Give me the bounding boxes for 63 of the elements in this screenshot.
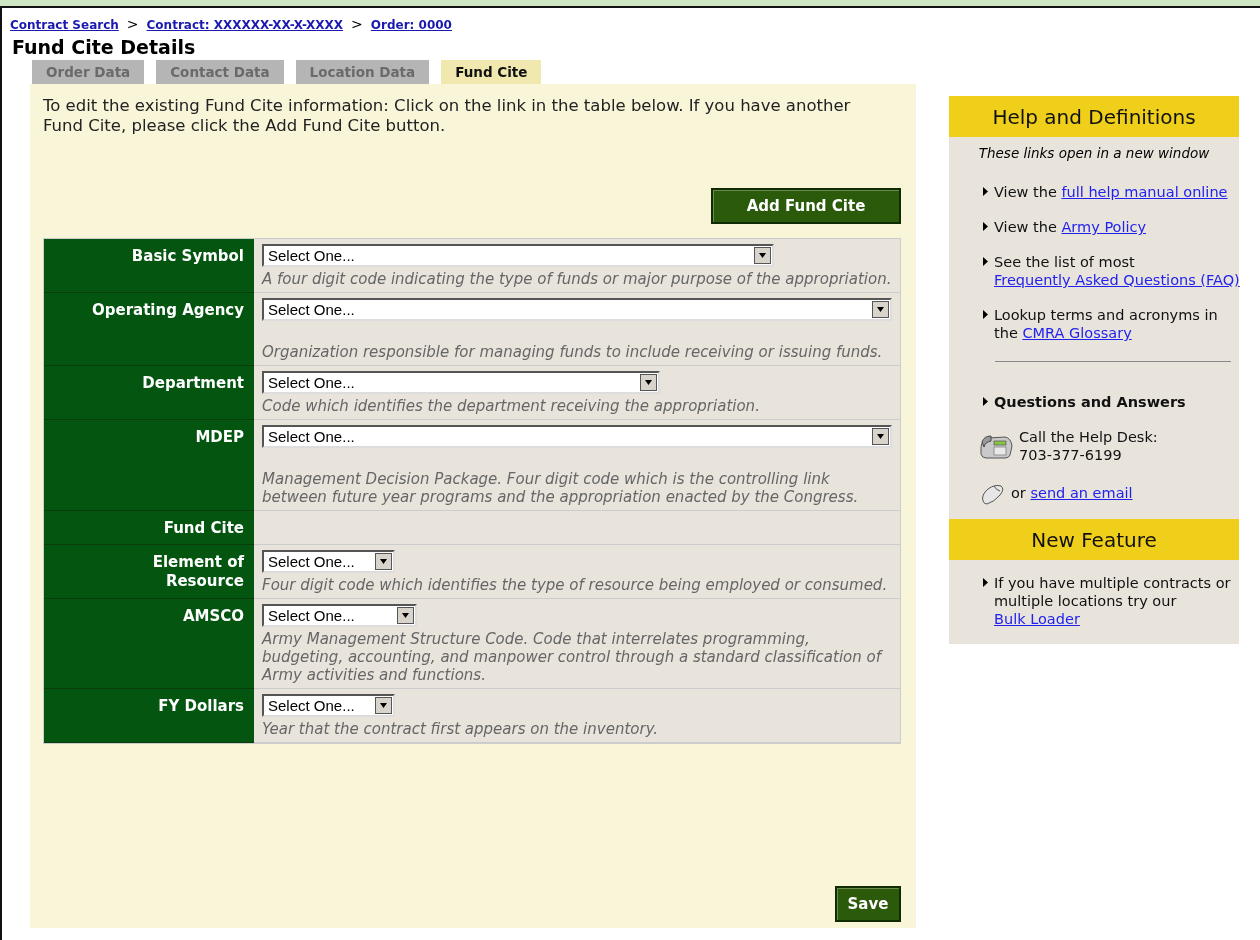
dropdown-arrow-icon [759,253,766,258]
telephone-icon [979,433,1013,459]
help-desk-text: Call the Help Desk: 703-377-6199 [1019,428,1159,464]
field-description: Year that the contract first appears on the inventory. [262,720,660,738]
dropdown-arrow-icon [380,703,387,708]
field-label: Department [44,366,254,420]
help-text: View the full help manual online [994,183,1228,201]
instructions-text: To edit the existing Fund Cite information: Click on the link in the table below. If you have another Fund Cite, please click the Add Fund Cite button. [43,96,852,136]
section-heading: Questions and Answers [994,393,1186,411]
page-title: Fund Cite Details [12,36,197,58]
field-label: FY Dollars [44,689,254,743]
breadcrumb-separator: > [126,16,139,32]
triangle-icon [983,222,988,231]
help-text: See the list of most Frequently Asked Questions (FAQ) [994,253,1240,289]
help-link[interactable]: Frequently Asked Questions (FAQ) [994,272,1240,288]
field-description: Management Decision Package. Four digit code which is the controlling link between future year programs and the appropriation enacted by the Congress. [262,470,860,506]
field-description: Four digit code which identifies the type of resource being employed or consumed. [262,576,889,594]
email-text: or send an email [1011,484,1134,502]
field-description: Army Management Structure Code. Code that interrelates programming, budgeting, accounting, and manpower control through a standard classification of Army activities and functions. [262,630,884,684]
field-label: AMSCO [44,599,254,689]
feature-text: If you have multiple contracts or multiple locations try our Bulk Loader [994,574,1231,628]
triangle-icon [983,257,988,266]
breadcrumb-separator: > [351,16,363,32]
triangle-icon [983,578,988,587]
field-description: Organization responsible for managing funds to include receiving or issuing funds. [262,343,884,361]
email-link[interactable]: send an email [1030,485,1133,501]
select-dropdown[interactable]: Select One... [262,371,660,394]
help-link[interactable]: CMRA Glossary [1022,325,1132,341]
dropdown-arrow-icon [402,613,409,618]
field-label: Element of Resource [44,545,254,599]
dropdown-arrow-icon [877,307,884,312]
help-link[interactable]: Army Policy [1061,219,1147,235]
panel-heading: Help and Definitions [949,96,1239,137]
triangle-icon [983,397,988,406]
select-dropdown[interactable]: Select One... [262,298,892,321]
field-label: Operating Agency [44,293,254,366]
note-text: These links open in a new window [977,144,1211,163]
panel-heading: New Feature [949,519,1239,560]
tab[interactable]: Fund Cite [441,60,542,84]
select-dropdown[interactable]: Select One... [262,694,395,717]
triangle-icon [983,310,988,319]
triangle-icon [983,187,988,196]
field-description: A four digit code indicating the type of funds or major purpose of the appropriation. [262,270,892,288]
help-text: View the Army Policy [994,218,1147,236]
help-link[interactable]: full help manual online [1061,184,1228,200]
select-dropdown[interactable]: Select One... [262,425,892,448]
add-fund-cite-button[interactable]: Add Fund Cite [711,188,901,224]
field-label: Basic Symbol [44,239,254,293]
save-button[interactable]: Save [835,886,901,922]
select-dropdown[interactable]: Select One... [262,550,395,573]
dropdown-arrow-icon [877,434,884,439]
dropdown-arrow-icon [380,559,387,564]
breadcrumb-link[interactable]: Contract: XXXXXX-XX-X-XXXX [146,18,344,32]
select-dropdown[interactable]: Select One... [262,604,417,627]
breadcrumb-link[interactable]: Order: 0000 [370,18,452,32]
field-label: Fund Cite [44,511,254,545]
field-label: MDEP [44,420,254,511]
bulk-loader-link[interactable]: Bulk Loader [994,611,1080,627]
dropdown-arrow-icon [645,380,652,385]
help-text: Lookup terms and acronyms in the CMRA Glossary [994,306,1219,342]
select-dropdown[interactable]: Select One... [262,244,774,267]
breadcrumb-link[interactable]: Contract Search [10,18,119,32]
field-description: Code which identifies the department receiving the appropriation. [262,397,761,415]
